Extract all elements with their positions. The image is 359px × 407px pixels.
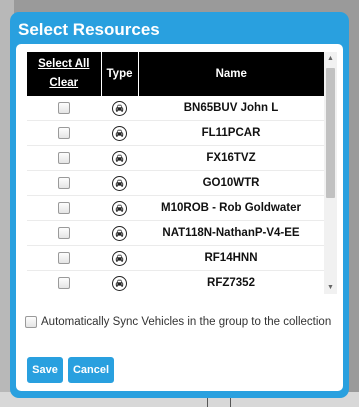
car-icon <box>112 200 127 216</box>
select-all-link[interactable]: Select All <box>27 55 101 74</box>
row-checkbox[interactable] <box>58 251 70 264</box>
select-column-header: Select All Clear <box>27 52 102 96</box>
cancel-button[interactable]: Cancel <box>68 357 114 383</box>
car-icon <box>112 125 127 141</box>
row-checkbox[interactable] <box>58 276 70 289</box>
type-cell <box>101 145 138 171</box>
row-checkbox[interactable] <box>58 201 70 214</box>
select-cell <box>27 195 101 221</box>
car-icon <box>112 225 127 241</box>
select-cell <box>27 120 101 146</box>
table-row: FL11PCAR <box>27 120 324 146</box>
select-cell <box>27 220 101 246</box>
row-checkbox[interactable] <box>58 101 70 114</box>
car-icon <box>112 150 127 166</box>
table-row: NAT118N-NathanP-V4-EE <box>27 220 324 246</box>
scroll-up-arrow[interactable]: ▲ <box>324 52 337 65</box>
name-cell: NAT118N-NathanP-V4-EE <box>138 220 324 246</box>
clear-link[interactable]: Clear <box>27 74 101 93</box>
table-row: BN65BUV John L <box>27 96 324 121</box>
table-row: FX16TVZ <box>27 145 324 171</box>
sync-vehicles-option[interactable]: Automatically Sync Vehicles in the group… <box>25 316 331 328</box>
type-cell <box>101 120 138 146</box>
select-cell <box>27 96 101 121</box>
type-cell <box>101 245 138 271</box>
table-scrollbar[interactable]: ▲ ▼ <box>324 52 337 294</box>
sync-vehicles-checkbox[interactable] <box>25 316 37 328</box>
name-cell: RF14HNN <box>138 245 324 271</box>
name-cell: GO10WTR <box>138 170 324 196</box>
type-column-header: Type <box>101 52 139 96</box>
resources-table: Select All Clear Type Name BN65BUV John … <box>27 52 324 294</box>
select-cell <box>27 270 101 294</box>
select-cell <box>27 245 101 271</box>
name-cell: BN65BUV John L <box>138 96 324 121</box>
scrollbar-thumb[interactable] <box>326 68 335 198</box>
name-cell: FX16TVZ <box>138 145 324 171</box>
name-cell: M10ROB - Rob Goldwater <box>138 195 324 221</box>
type-cell <box>101 270 138 294</box>
table-row: M10ROB - Rob Goldwater <box>27 195 324 221</box>
dialog-body: Select All Clear Type Name BN65BUV John … <box>16 44 343 391</box>
name-cell: RFZ7352 <box>138 270 324 294</box>
car-icon <box>112 175 127 191</box>
table-header-row: Select All Clear Type Name <box>27 52 324 96</box>
table-row: GO10WTR <box>27 170 324 196</box>
row-checkbox[interactable] <box>58 151 70 164</box>
type-cell <box>101 170 138 196</box>
select-resources-dialog: Select Resources Select All Clear Type N… <box>10 12 349 398</box>
table-row: RF14HNN <box>27 245 324 271</box>
type-cell <box>101 96 138 121</box>
row-checkbox[interactable] <box>58 176 70 189</box>
row-checkbox[interactable] <box>58 226 70 239</box>
resources-table-container[interactable]: Select All Clear Type Name BN65BUV John … <box>27 52 337 294</box>
select-cell <box>27 170 101 196</box>
select-cell <box>27 145 101 171</box>
car-icon <box>112 100 127 116</box>
type-cell <box>101 220 138 246</box>
car-icon <box>112 250 127 266</box>
table-row: RFZ7352 <box>27 270 324 294</box>
dialog-title: Select Resources <box>18 20 160 39</box>
sync-vehicles-label: Automatically Sync Vehicles in the group… <box>41 316 332 328</box>
name-cell: FL11PCAR <box>138 120 324 146</box>
table-body: BN65BUV John L FL11PCAR FX16TVZ GO10WTR M10R… <box>27 96 324 294</box>
car-icon <box>112 275 127 291</box>
name-column-header: Name <box>138 52 324 96</box>
save-button[interactable]: Save <box>27 357 63 383</box>
type-cell <box>101 195 138 221</box>
scroll-down-arrow[interactable]: ▼ <box>324 281 337 294</box>
row-checkbox[interactable] <box>58 126 70 139</box>
